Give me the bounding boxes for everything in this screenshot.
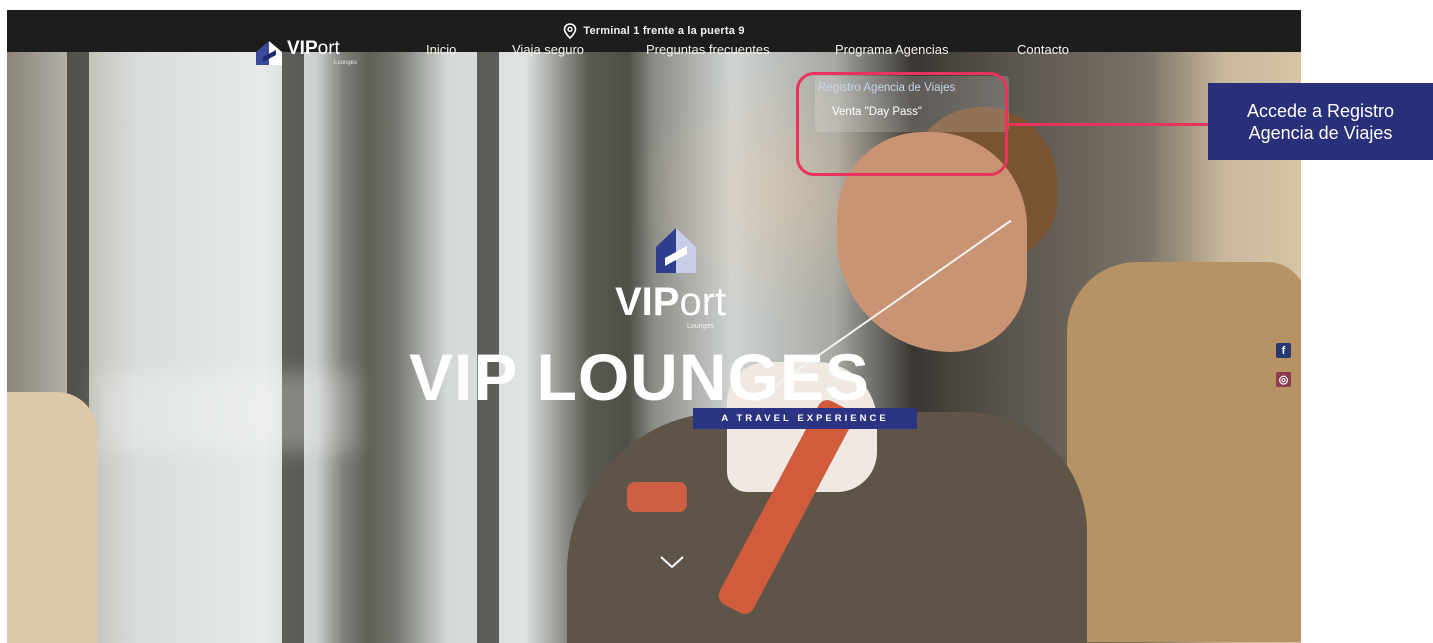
hero-headline: VIP LOUNGES: [409, 340, 870, 414]
nav-item-preguntas-frecuentes[interactable]: Preguntas frecuentes: [646, 42, 770, 57]
hero-logo-text: VIPort: [615, 280, 727, 324]
location-text: Terminal 1 frente a la puerta 9: [583, 25, 745, 37]
location-pin-icon: [564, 23, 577, 39]
pocket-square: [627, 482, 687, 512]
nav-item-programa-agencias[interactable]: Programa Agencias: [835, 42, 948, 57]
annotation-connector-line: [1008, 123, 1208, 126]
chair-right: [1067, 262, 1301, 642]
nav-item-viaja-seguro[interactable]: Viaja seguro: [512, 42, 584, 57]
window-frame: [282, 52, 304, 643]
annotation-callout: Accede a Registro Agencia de Viajes: [1208, 83, 1433, 160]
main-navigation: Inicio Viaja seguro Preguntas frecuentes…: [7, 42, 1301, 66]
callout-line-2: Agencia de Viajes: [1248, 122, 1393, 143]
chair-left: [7, 392, 97, 643]
hero-logo-house-icon: [656, 228, 696, 273]
window-light: [97, 372, 357, 452]
instagram-icon[interactable]: ◎: [1276, 372, 1291, 387]
nav-item-inicio[interactable]: Inicio: [426, 42, 456, 57]
callout-line-1: Accede a Registro: [1246, 100, 1395, 121]
hero-logo-subtitle: Lounges: [687, 323, 714, 330]
highlight-annotation-box: [796, 72, 1008, 176]
hero-tagline: A TRAVEL EXPERIENCE: [693, 408, 917, 429]
nav-item-contacto[interactable]: Contacto: [1017, 42, 1069, 57]
chevron-down-icon[interactable]: [659, 555, 685, 569]
website-viewport: Terminal 1 frente a la puerta 9 VIPort L…: [7, 10, 1301, 643]
facebook-icon[interactable]: f: [1276, 343, 1291, 358]
